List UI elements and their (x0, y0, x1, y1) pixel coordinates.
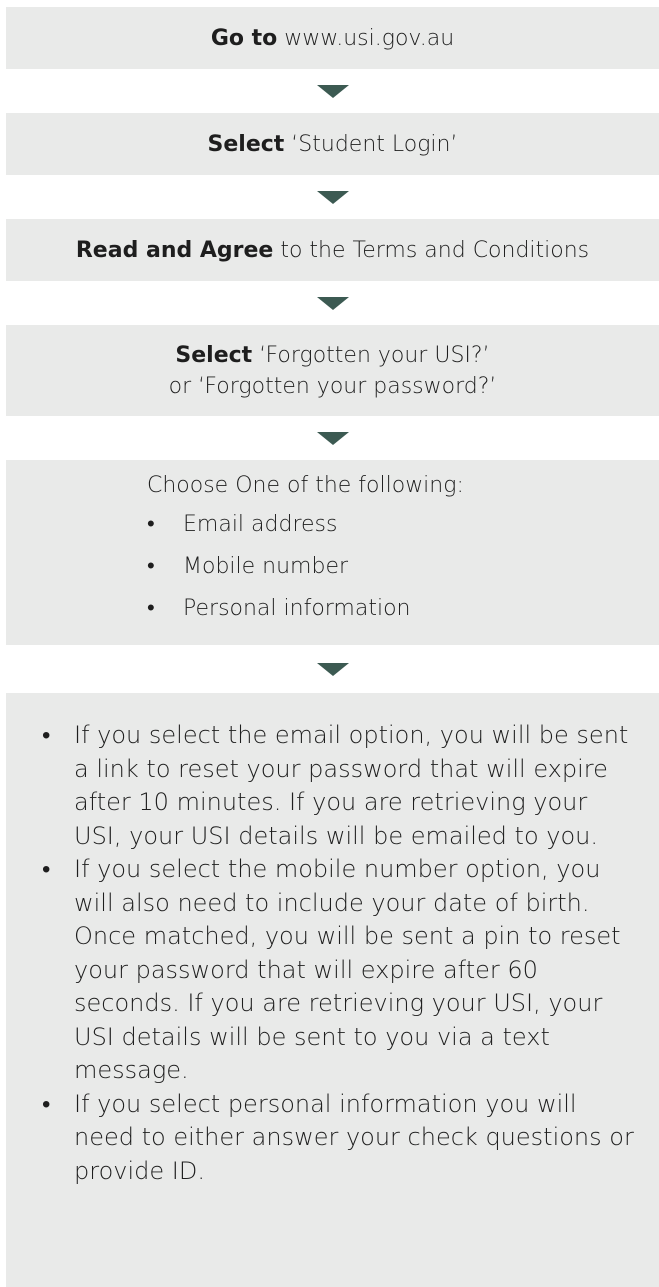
step-4-action: Select (175, 342, 253, 368)
flow-connector (6, 416, 659, 460)
step-select-student-login: Select ‘Student Login’ (6, 113, 659, 175)
choose-title: Choose One of the following: (147, 473, 464, 498)
detail-item: • If you select the mobile number option,… (42, 853, 635, 1088)
down-arrow-icon (316, 662, 349, 676)
step-go-to-website: Go to www.usi.gov.au (6, 7, 659, 69)
step-4-text: Select ‘Forgotten your USI?’ (175, 340, 489, 371)
option-item: • Personal information (6, 588, 659, 630)
detail-item: • If you select personal information you … (42, 1088, 635, 1189)
step-choose-option: Choose One of the following: • Email addr… (6, 460, 659, 645)
step-4-detail: ‘Forgotten your USI?’ (252, 342, 490, 368)
bullet-icon: • (42, 1089, 51, 1118)
step-4-line-2: or ‘Forgotten your password?’ (168, 373, 497, 399)
step-3-detail: to the Terms and Conditions (273, 237, 590, 263)
usi-retrieval-flowchart: Go to www.usi.gov.au Select ‘Student Log… (6, 7, 659, 1287)
option-label: Mobile number (183, 554, 349, 579)
outcome-details: • If you select the email option, you wil… (6, 693, 659, 1287)
down-arrow-icon (316, 431, 349, 445)
bullet-icon: • (147, 596, 155, 621)
detail-text: If you select the email option, you will… (74, 721, 629, 850)
step-1-text: Go to www.usi.gov.au (211, 23, 454, 54)
details-list: • If you select the email option, you wil… (42, 719, 635, 1188)
detail-text: If you select the mobile number option, … (74, 855, 621, 1084)
down-arrow-icon (316, 190, 349, 204)
detail-item: • If you select the email option, you wil… (42, 719, 635, 853)
step-2-action: Select (207, 131, 285, 157)
flow-connector (6, 69, 659, 113)
bullet-icon: • (147, 512, 155, 537)
bullet-icon: • (147, 554, 155, 579)
option-label: Email address (183, 512, 338, 537)
down-arrow-icon (316, 296, 349, 310)
option-item: • Mobile number (6, 546, 659, 588)
step-1-detail: www.usi.gov.au (277, 25, 455, 51)
bullet-icon: • (42, 855, 51, 883)
down-arrow-icon (316, 84, 349, 98)
option-list: • Email address • Mobile number • Personal … (6, 504, 659, 630)
step-2-detail: ‘Student Login’ (284, 131, 458, 157)
step-3-action: Read and Agree (75, 237, 274, 263)
step-read-and-agree: Read and Agree to the Terms and Conditio… (6, 219, 659, 281)
option-label: Personal information (183, 596, 411, 621)
flow-connector (6, 175, 659, 219)
flow-connector (6, 281, 659, 325)
detail-text: If you select personal information you w… (74, 1089, 634, 1185)
option-item: • Email address (6, 504, 659, 546)
flow-connector (6, 645, 659, 693)
step-2-text: Select ‘Student Login’ (208, 129, 458, 160)
step-select-forgotten: Select ‘Forgotten your USI?’ or ‘Forgott… (6, 325, 659, 416)
step-3-text: Read and Agree to the Terms and Conditio… (76, 235, 589, 266)
bullet-icon: • (42, 721, 51, 749)
step-1-action: Go to (210, 25, 278, 51)
